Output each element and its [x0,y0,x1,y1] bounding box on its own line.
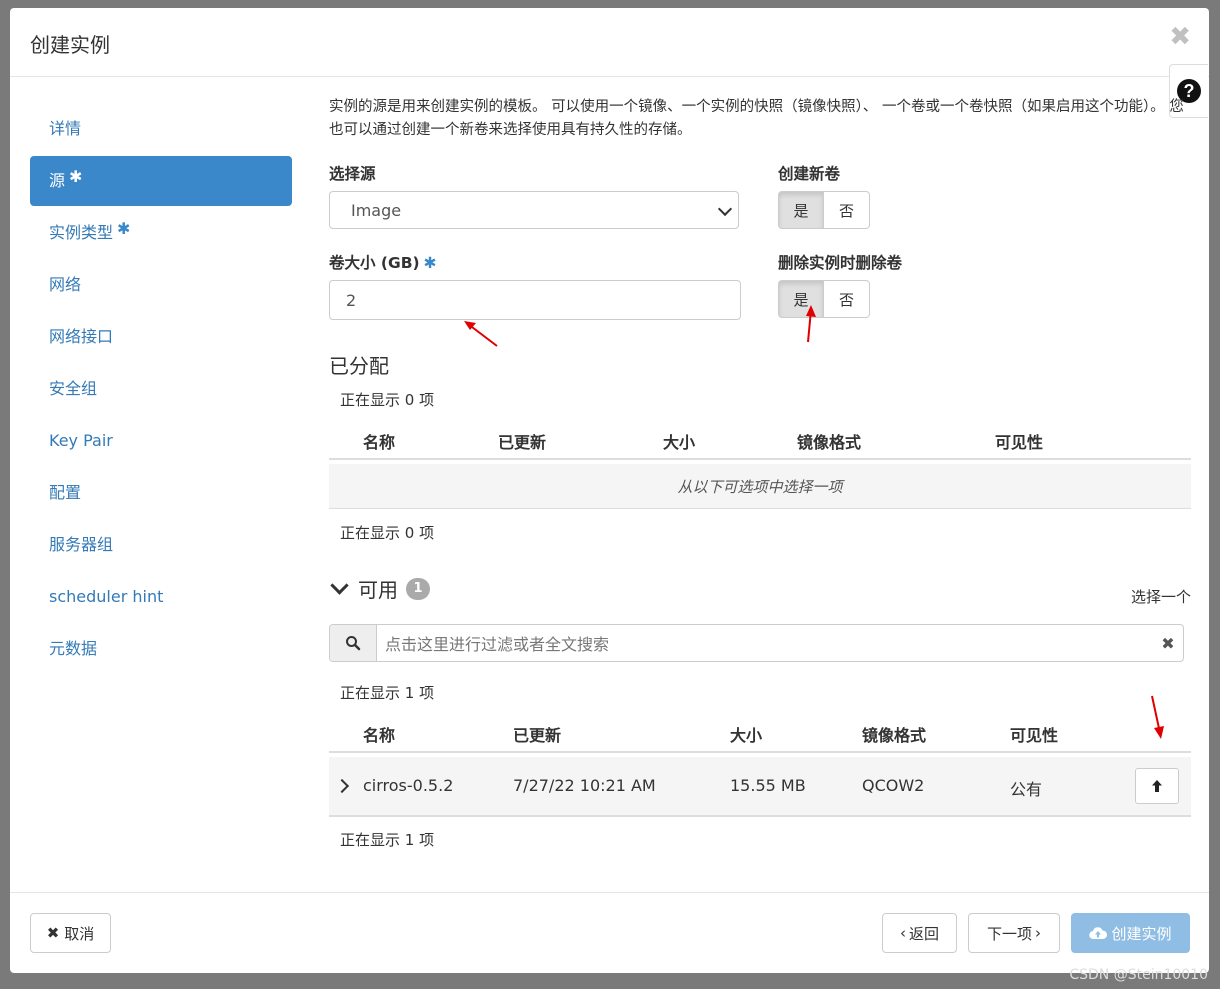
sidebar-item-label: 元数据 [49,639,98,658]
sidebar-item-label: scheduler hint [49,587,164,606]
chevron-down-icon [330,576,349,595]
sidebar-item-label: Key Pair [49,431,113,450]
next-button[interactable]: 下一项 › [968,913,1060,953]
modal-title: 创建实例 [30,33,110,57]
create-volume-no-button[interactable]: 否 [824,191,870,229]
sidebar-item-label: 配置 [49,483,82,502]
search-icon [330,625,377,661]
volume-size-label: 卷大小 (GB) ✱ [329,251,437,273]
column-header-format: 镜像格式 [862,726,927,745]
sidebar-item-scheduler-hint[interactable]: scheduler hint [30,572,292,622]
search-bar: 点击这里进行过滤或者全文搜索 ✖ [329,624,1184,662]
table-row[interactable]: cirros-0.5.2 7/27/22 10:21 AM 15.55 MB Q… [329,757,1191,817]
image-format: QCOW2 [862,776,925,795]
delete-volume-label: 删除实例时删除卷 [778,254,903,272]
column-header-updated: 已更新 [513,726,562,745]
sidebar-item-label: 详情 [49,119,82,138]
sidebar-item-details[interactable]: 详情 [30,104,292,154]
create-instance-label: 创建实例 [1111,924,1172,943]
sidebar-item-security-groups[interactable]: 安全组 [30,364,292,414]
cancel-label: 取消 [64,924,95,943]
allocated-empty-row: 从以下可选项中选择一项 [329,464,1191,509]
allocated-count-top: 正在显示 0 项 [340,391,435,409]
sidebar-item-flavor[interactable]: 实例类型 ✱ [30,208,292,258]
chevron-right-icon: › [1035,924,1041,942]
column-header-format: 镜像格式 [797,433,862,452]
allocated-count-bottom: 正在显示 0 项 [340,524,435,542]
cancel-button[interactable]: ✖ 取消 [30,913,111,953]
delete-volume-no-button[interactable]: 否 [824,280,870,318]
column-header-updated: 已更新 [498,433,547,452]
image-updated: 7/27/22 10:21 AM [513,776,656,795]
required-asterisk-icon: ✱ [69,167,83,186]
sidebar-item-source[interactable]: 源 ✱ [30,156,292,206]
column-header-name: 名称 [363,433,396,452]
back-button[interactable]: ‹ 返回 [882,913,957,953]
sidebar-item-key-pair[interactable]: Key Pair [30,416,292,466]
sidebar-item-label: 网络 [49,275,82,294]
allocated-table-header: 名称 已更新 大小 镜像格式 可见性 [329,422,1191,460]
sidebar-item-label: 源 [49,171,66,190]
available-count-top: 正在显示 1 项 [340,684,435,702]
source-intro-text: 实例的源是用来创建实例的模板。 可以使用一个镜像、一个实例的快照（镜像快照）、 … [329,99,1184,138]
required-asterisk-icon: ✱ [117,219,131,238]
image-size: 15.55 MB [730,776,806,795]
source-type-select[interactable]: Image [329,191,739,229]
required-asterisk-icon: ✱ [423,254,437,272]
volume-size-label-text: 卷大小 (GB) [329,254,420,272]
delete-volume-toggle: 是 否 [778,280,870,318]
sidebar-item-network-ports[interactable]: 网络接口 [30,312,292,362]
chevron-right-icon[interactable] [334,778,350,794]
allocate-button[interactable] [1135,768,1179,804]
chevron-left-icon: ‹ [899,924,906,942]
sidebar-item-server-groups[interactable]: 服务器组 [30,520,292,570]
create-volume-label: 创建新卷 [778,165,841,183]
create-volume-yes-button[interactable]: 是 [778,191,824,229]
column-header-size: 大小 [730,726,763,745]
column-header-size: 大小 [663,433,696,452]
sidebar-item-label: 网络接口 [49,327,114,346]
arrow-up-icon [1152,780,1162,792]
available-table-header: 名称 已更新 大小 镜像格式 可见性 [329,715,1191,753]
column-header-visibility: 可见性 [1010,726,1059,745]
sidebar-item-networks[interactable]: 网络 [30,260,292,310]
cloud-upload-icon [1089,927,1108,940]
close-icon[interactable]: ✖ [1169,22,1191,52]
wizard-sidebar: 详情 源 ✱ 实例类型 ✱ 网络 网络接口 安全组 Key Pair 配置 服务器组… [30,104,292,676]
sidebar-item-metadata[interactable]: 元数据 [30,624,292,674]
available-count-bottom: 正在显示 1 项 [340,831,435,849]
select-one-hint: 选择一个 [1130,588,1191,606]
delete-volume-yes-button[interactable]: 是 [778,280,824,318]
available-title: 可用 [358,578,398,602]
create-instance-button[interactable]: 创建实例 [1071,913,1190,953]
column-header-name: 名称 [363,726,396,745]
available-header[interactable]: 可用 1 [329,574,430,603]
sidebar-item-configuration[interactable]: 配置 [30,468,292,518]
create-volume-toggle: 是 否 [778,191,870,229]
sidebar-item-label: 安全组 [49,379,98,398]
column-header-visibility: 可见性 [995,433,1044,452]
modal-header: 创建实例 ✖ [10,8,1209,77]
image-name: cirros-0.5.2 [363,776,454,795]
select-source-label: 选择源 [329,165,376,183]
available-count-badge: 1 [406,577,430,600]
volume-size-input[interactable]: 2 [329,280,741,320]
chevron-down-icon [717,201,733,217]
close-icon: ✖ [46,924,60,942]
next-label: 下一项 [986,924,1032,943]
allocated-title: 已分配 [329,354,389,378]
source-step-content: 实例的源是用来创建实例的模板。 可以使用一个镜像、一个实例的快照（镜像快照）、 … [329,96,1191,849]
sidebar-item-label: 服务器组 [49,535,114,554]
create-instance-modal: 创建实例 ✖ ? 详情 源 ✱ 实例类型 ✱ 网络 网络接口 安全组 Key Pai… [10,8,1209,973]
source-type-value: Image [351,200,402,220]
volume-size-value: 2 [346,290,357,310]
watermark: CSDN @Stein10010 [1069,967,1208,983]
clear-icon[interactable]: ✖ [1153,634,1183,653]
modal-footer: ✖ 取消 ‹ 返回 下一项 › 创建实例 [10,892,1209,974]
search-input[interactable]: 点击这里进行过滤或者全文搜索 [377,631,1153,655]
sidebar-item-label: 实例类型 [49,223,114,242]
image-visibility: 公有 [1010,780,1043,799]
back-label: 返回 [908,924,939,943]
